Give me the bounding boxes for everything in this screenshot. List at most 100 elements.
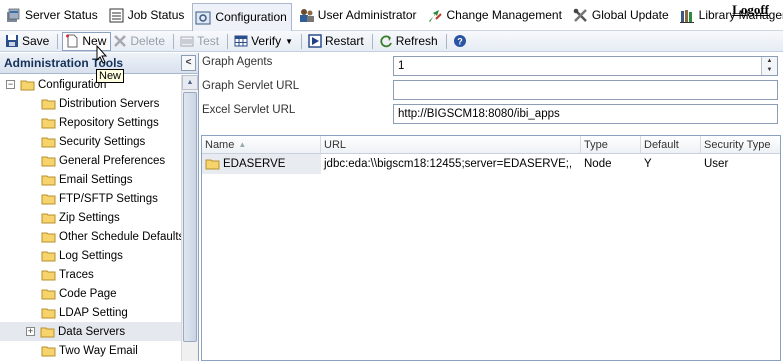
tree-item[interactable]: Two Way Email [0,341,181,360]
table-row[interactable]: EDASERVE jdbc:eda:\\bigscm18:12455;serve… [202,154,780,174]
test-label: Test [197,34,220,48]
refresh-button[interactable]: Refresh [377,32,442,51]
mouse-pointer-icon [96,44,108,67]
delete-icon [113,34,127,48]
column-header-type[interactable]: Type [581,136,641,153]
tree-item[interactable]: LDAP Setting [0,303,181,322]
tree-item-label: Data Servers [58,325,126,338]
tree-item-label: FTP/SFTP Settings [59,192,158,205]
tree-item[interactable]: Distribution Servers [0,94,181,113]
svg-text:?: ? [457,37,463,47]
folder-icon [41,137,56,147]
tree-item[interactable]: FTP/SFTP Settings [0,189,181,208]
tab-server-status[interactable]: Server Status [3,3,102,28]
tab-label: Configuration [215,10,287,24]
tab-change-management[interactable]: Change Management [425,3,566,28]
tools-icon [572,7,589,24]
scroll-thumb[interactable] [183,92,197,342]
job-status-icon [108,7,125,24]
library-icon [679,7,696,24]
folder-icon [41,213,56,223]
spin-down-icon[interactable]: ▼ [762,66,777,75]
tree-vertical-scrollbar[interactable]: ▲ [181,75,198,361]
test-icon [180,34,194,48]
excel-servlet-url-field[interactable]: http://BIGSCM18:8080/ibi_apps [393,104,778,124]
administration-tools-panel: Administration Tools < − Configuration D… [0,53,199,361]
restart-button[interactable]: Restart [306,32,368,51]
graph-agents-stepper[interactable]: 1 ▲ ▼ [393,56,778,76]
cell-url: jdbc:eda:\\bigscm18:12455;server=EDASERV… [324,158,573,170]
column-label: Security Type [704,138,771,151]
change-management-icon [427,7,444,24]
folder-icon [41,232,56,242]
save-button[interactable]: Save [3,32,53,51]
folder-icon [41,346,56,356]
collapse-node-icon[interactable]: − [6,80,15,89]
spinner-buttons[interactable]: ▲ ▼ [761,57,777,75]
graph-agents-value: 1 [398,60,405,72]
tab-global-update[interactable]: Global Update [570,3,673,28]
column-header-url[interactable]: URL [321,136,581,153]
save-label: Save [22,34,50,48]
tab-user-administrator[interactable]: User Administrator [296,3,421,28]
folder-icon [41,270,56,280]
graph-agents-label: Graph Agents [202,56,273,68]
refresh-label: Refresh [395,34,438,48]
folder-icon [41,289,56,299]
tree-item-label: Code Page [59,287,117,300]
spin-up-icon[interactable]: ▲ [762,57,777,66]
column-header-default[interactable]: Default [641,136,701,153]
column-header-name[interactable]: Name ▲ [202,136,321,153]
tree-item[interactable]: Email Settings [0,170,181,189]
tree-item[interactable]: Repository Settings [0,113,181,132]
cell-security-type: User [704,158,729,170]
graph-servlet-url-field[interactable] [393,80,778,100]
tab-job-status[interactable]: Job Status [106,3,189,28]
column-label: URL [324,138,347,151]
refresh-icon [379,34,393,48]
tree-item[interactable]: Zip Settings [0,208,181,227]
column-label: Name [205,138,235,151]
tree-item-label: Two Way Email [59,344,138,357]
toolbar-divider [57,33,59,49]
help-button[interactable]: ? [451,32,474,51]
logoff-link[interactable]: Logoff [732,2,769,18]
column-header-security-type[interactable]: Security Type [701,136,780,153]
test-button[interactable]: Test [178,32,223,51]
tab-configuration[interactable]: Configuration [192,2,292,31]
tree-item[interactable]: Log Settings [0,246,181,265]
configuration-detail-panel: Graph Agents 1 ▲ ▼ Graph Servlet URL Exc… [200,53,783,361]
tree-item[interactable]: Other Schedule Defaults [0,227,181,246]
tree-item-label: Log Settings [59,249,123,262]
tree-item[interactable]: General Preferences [0,151,181,170]
toolbar-divider [371,33,373,49]
scroll-up-arrow-icon[interactable]: ▲ [182,75,198,90]
verify-grid-icon [234,34,248,48]
save-icon [5,34,19,48]
configuration-icon [195,9,212,26]
verify-label: Verify [251,34,282,48]
tooltip: New [96,69,125,83]
server-name: EDASERVE [223,158,286,170]
collapse-panel-button[interactable]: < [181,55,196,71]
toolbar: Save New Delete Test Verify ▼ Restart Re… [0,31,783,52]
grid-header: Name ▲ URL Type Default Security Type [202,136,780,154]
tree-item[interactable]: Code Page [0,284,181,303]
expand-node-icon[interactable]: + [26,327,35,336]
cell-type: Node [584,158,612,170]
delete-button[interactable]: Delete [111,32,169,51]
tree-item-label: Repository Settings [59,116,159,129]
toolbar-divider [173,33,175,49]
cell-name[interactable]: EDASERVE [202,154,321,174]
tree-item-label: Email Settings [59,173,133,186]
verify-dropdown[interactable]: Verify ▼ [232,32,297,51]
tree-root-configuration[interactable]: − Configuration [0,75,181,94]
main-navigation: Server Status Job Status Configuration U… [0,0,783,31]
restart-label: Restart [325,34,364,48]
tree-item[interactable]: + Data Servers [0,322,181,341]
new-document-icon [65,34,79,48]
folder-icon [41,194,56,204]
tree-item[interactable]: Traces [0,265,181,284]
graph-servlet-url-label: Graph Servlet URL [202,80,300,92]
tree-item[interactable]: Security Settings [0,132,181,151]
